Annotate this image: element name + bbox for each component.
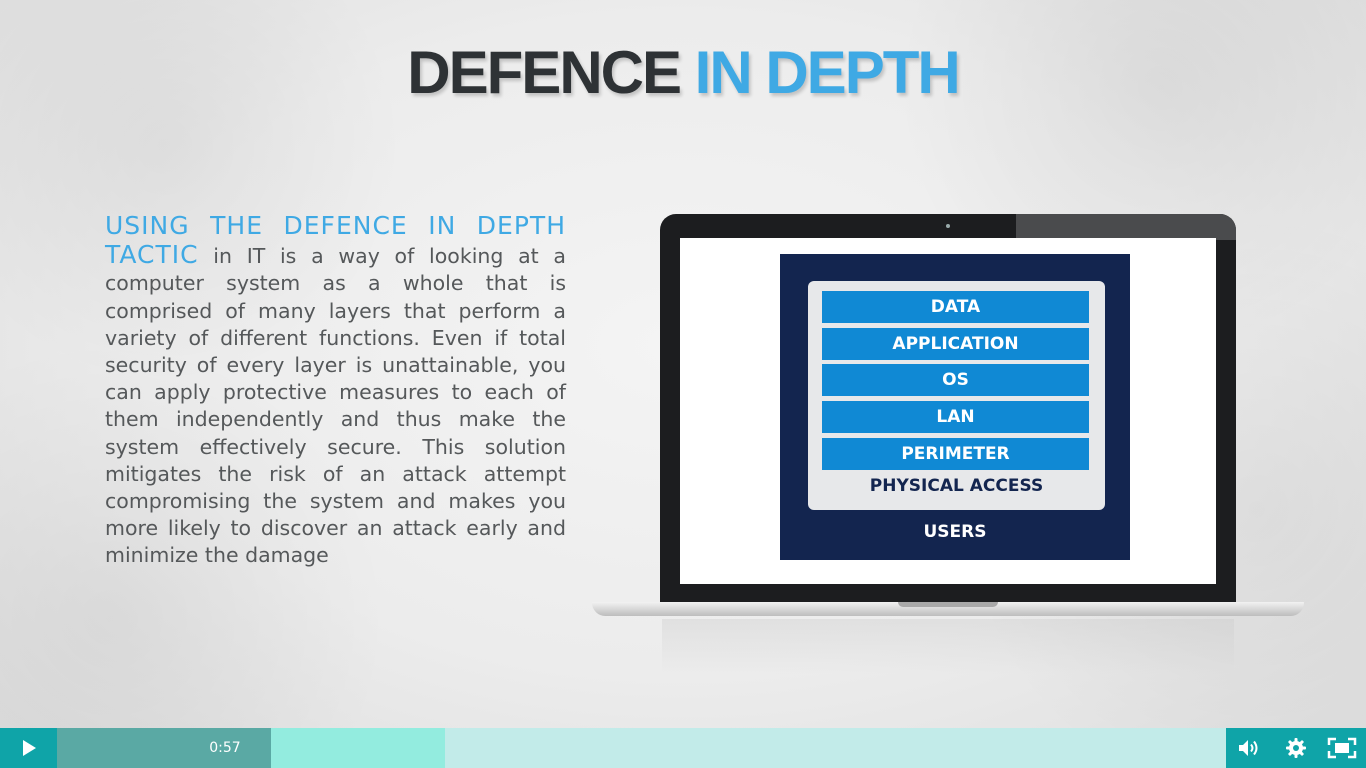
video-player-bar: 0:57 — [0, 728, 1366, 768]
layer-data: DATA — [822, 291, 1089, 323]
play-icon — [22, 740, 36, 756]
layer-perimeter: PERIMETER — [822, 438, 1089, 470]
fullscreen-icon — [1327, 737, 1357, 759]
laptop-base — [592, 602, 1304, 616]
layer-users: USERS — [923, 522, 987, 542]
layer-application: APPLICATION — [822, 328, 1089, 360]
progress-buffered[interactable] — [271, 728, 445, 768]
laptop-display: DATA APPLICATION OS LAN PERIMETER PHYSIC… — [680, 238, 1216, 584]
volume-button[interactable] — [1226, 728, 1272, 768]
settings-button[interactable] — [1273, 728, 1319, 768]
fullscreen-button[interactable] — [1319, 728, 1365, 768]
slide-title: DEFENCE IN DEPTH — [0, 38, 1366, 107]
body-paragraph: in IT is a way of looking at a computer … — [105, 244, 566, 568]
layer-physical-access: PHYSICAL ACCESS — [869, 476, 1044, 496]
layer-os: OS — [822, 364, 1089, 396]
layer-lan: LAN — [822, 401, 1089, 433]
camera-dot — [946, 224, 950, 228]
title-part-2: IN DEPTH — [694, 39, 961, 106]
play-button[interactable] — [0, 728, 57, 768]
current-time: 0:57 — [209, 740, 241, 756]
laptop-illustration: DATA APPLICATION OS LAN PERIMETER PHYSIC… — [592, 214, 1304, 674]
title-part-1: DEFENCE — [407, 39, 682, 106]
laptop-screen-frame: DATA APPLICATION OS LAN PERIMETER PHYSIC… — [660, 214, 1236, 604]
player-right-controls — [1226, 728, 1366, 768]
defence-layers-diagram: DATA APPLICATION OS LAN PERIMETER PHYSIC… — [780, 254, 1130, 560]
volume-icon — [1239, 740, 1258, 756]
inner-layers-box: DATA APPLICATION OS LAN PERIMETER PHYSIC… — [808, 281, 1105, 510]
slide-body-text: USING THE DEFENCE IN DEPTH TACTIC in IT … — [105, 212, 566, 570]
settings-icon — [1286, 738, 1306, 758]
laptop-reflection — [662, 619, 1234, 674]
